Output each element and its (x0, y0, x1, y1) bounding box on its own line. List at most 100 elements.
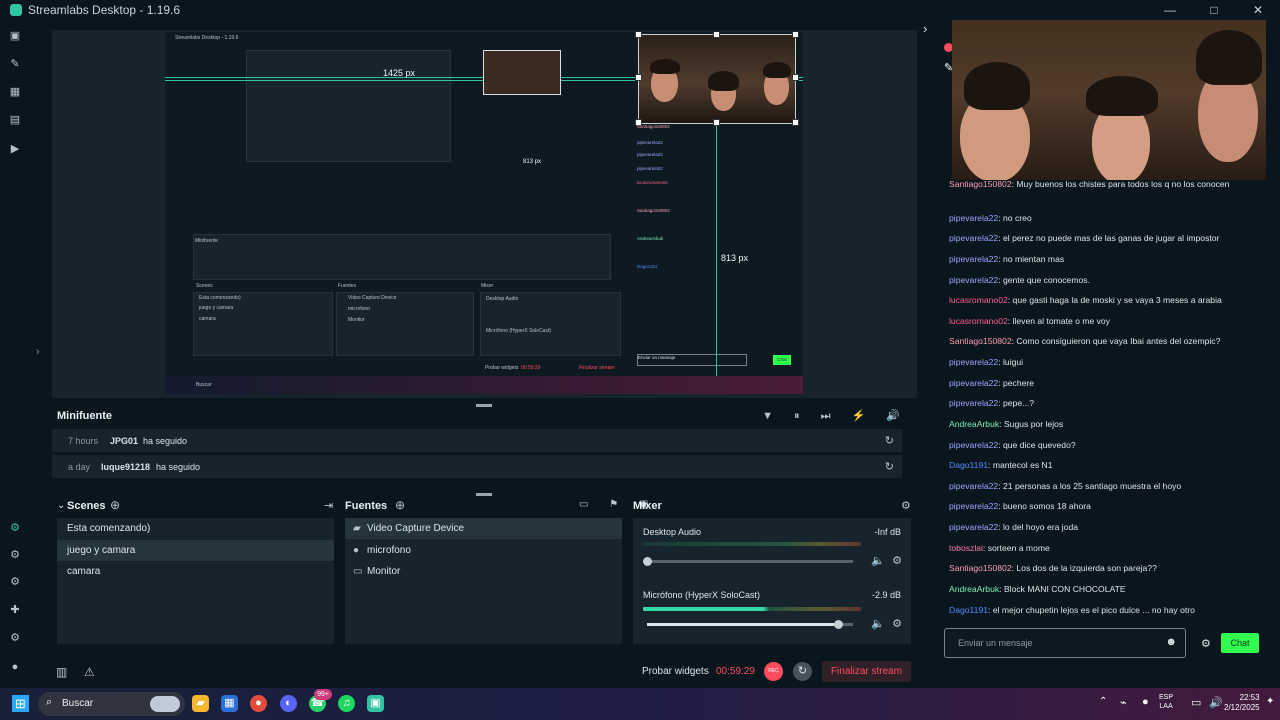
resize-handle-top[interactable] (713, 32, 720, 38)
mini-minifuente-panel (193, 234, 611, 280)
chat-username[interactable]: pipevarela22 (949, 501, 998, 511)
windows-start-icon[interactable]: ⊞ (12, 695, 29, 712)
scene-item[interactable]: Esta comenzando) (57, 518, 334, 539)
resize-handle-right[interactable] (792, 74, 799, 81)
chat-username[interactable]: Dago1191 (949, 460, 988, 470)
settings-icon[interactable]: ⚙ (9, 576, 21, 588)
user-icon[interactable]: ● (9, 661, 21, 673)
replay-icon[interactable]: ↻ (885, 460, 894, 473)
collapse-chat-icon[interactable]: › (923, 21, 927, 36)
end-stream-button[interactable]: Finalizar stream (822, 661, 911, 682)
gear-icon[interactable]: ⚙ (9, 632, 21, 644)
source-item[interactable]: ▭ Monitor (345, 561, 622, 582)
performance-icon[interactable]: ▥ (56, 665, 67, 679)
chat-username[interactable]: pipevarela22 (949, 378, 998, 388)
chat-username[interactable]: pipevarela22 (949, 440, 998, 450)
chrome-icon[interactable]: ● (250, 695, 267, 712)
add-icon[interactable]: ✚ (9, 604, 21, 616)
display-icon[interactable]: ▭ (1191, 696, 1201, 709)
chat-username[interactable]: AndreaArbuk (949, 419, 999, 429)
chat-username[interactable]: pipevarela22 (949, 481, 998, 491)
send-chat-button[interactable]: Chat (1221, 633, 1259, 653)
scene-item-active[interactable]: juego y camara (57, 540, 334, 561)
add-scene-icon[interactable]: ⊕ (110, 498, 120, 512)
sources-title: Fuentes (345, 500, 388, 512)
chat-username[interactable]: Santiago150802 (949, 563, 1012, 573)
studio-mode-icon[interactable]: ⚙ (9, 522, 21, 534)
chat-username[interactable]: pipevarela22 (949, 254, 998, 264)
sources-list: ▰ Video Capture Device ● microfono ▭ Mon… (345, 518, 622, 644)
collapse-left-icon[interactable]: › (36, 346, 40, 358)
panel-resize-handle[interactable] (476, 493, 492, 496)
speaker-icon[interactable]: 🔈 (871, 617, 885, 630)
scene-item[interactable]: camara (57, 561, 334, 582)
scene-transition-icon[interactable]: ⇥ (324, 499, 333, 512)
resize-handle-top-right[interactable] (792, 32, 799, 38)
close-button[interactable]: ✕ (1236, 0, 1280, 20)
theme-icon[interactable]: ✎ (9, 58, 21, 70)
chat-username[interactable]: Santiago150802 (949, 179, 1012, 189)
resize-handle-left[interactable] (635, 74, 642, 81)
source-item-active[interactable]: ▰ Video Capture Device (345, 518, 622, 539)
volume-icon[interactable]: 🔊 (1209, 696, 1223, 709)
spotify-icon[interactable]: ♫ (338, 695, 355, 712)
store-icon[interactable]: ▦ (9, 86, 21, 98)
chat-username[interactable]: pipevarela22 (949, 398, 998, 408)
clock[interactable]: 22:53 2/12/2025 (1224, 693, 1260, 713)
source-item[interactable]: ● microfono (345, 540, 622, 561)
record-button[interactable]: REC (764, 662, 783, 681)
list-item[interactable]: a day luque91218 ha seguido ↻ (52, 455, 902, 478)
chat-username[interactable]: pipevarela22 (949, 233, 998, 243)
microphone-slider-thumb[interactable] (834, 620, 843, 629)
discord-icon[interactable]: ◐ (280, 695, 297, 712)
preview-canvas[interactable]: Streamlabs Desktop - 1.19.6 Minifuente S… (165, 32, 803, 394)
play-icon[interactable]: ▶ (9, 143, 21, 155)
chat-username[interactable]: pipevarela22 (949, 357, 998, 367)
desktop-icon[interactable]: ▣ (9, 30, 21, 42)
chat-username[interactable]: Santiago150802 (949, 336, 1012, 346)
list-item[interactable]: 7 hours JPG01 ha seguido ↻ (52, 429, 902, 452)
file-explorer-icon[interactable]: ▰ (192, 695, 209, 712)
desktop-audio-slider[interactable] (647, 560, 853, 563)
add-source-icon[interactable]: ⊕ (395, 498, 405, 512)
settings-icon[interactable]: ⚙ (9, 549, 21, 561)
notification-icon[interactable]: ✦ (1266, 696, 1274, 707)
show-hidden-icons-icon[interactable]: ⌃ (1099, 696, 1107, 707)
minifuente-title: Minifuente (57, 410, 112, 422)
chat-username[interactable]: lucasromano02 (949, 316, 1008, 326)
microphone-icon[interactable]: ● (1142, 696, 1149, 708)
gear-icon[interactable]: ⚙ (892, 554, 902, 567)
chat-username[interactable]: toboszlai (949, 543, 983, 553)
selected-video-capture-source[interactable] (638, 34, 796, 124)
resize-handle-top-left[interactable] (635, 32, 642, 38)
chat-username[interactable]: pipevarela22 (949, 522, 998, 532)
mini-search: Buscar (196, 382, 212, 388)
chat-username[interactable]: AndreaArbuk (949, 584, 999, 594)
chat-message-text: pepe...? (1003, 398, 1035, 408)
replay-icon[interactable]: ↻ (885, 434, 894, 447)
chat-settings-icon[interactable]: ⚙ (1201, 637, 1211, 650)
alert-icon[interactable]: ⚠ (84, 665, 95, 679)
chevron-down-icon[interactable]: ⌄ (57, 500, 65, 511)
desktop-audio-slider-thumb[interactable] (643, 557, 652, 566)
store-icon[interactable]: ▦ (221, 695, 238, 712)
language-indicator[interactable]: ESP LAA (1159, 693, 1173, 711)
test-widgets-button[interactable]: Probar widgets (642, 666, 709, 677)
mixer-settings-icon[interactable]: ⚙ (901, 499, 911, 512)
minifuente-controls[interactable]: ▼ ⏸ ⏭ ⚡ 🔊 (762, 409, 909, 423)
chat-username[interactable]: pipevarela22 (949, 213, 998, 223)
gear-icon[interactable]: ⚙ (892, 617, 902, 630)
chat-username[interactable]: lucasromano02 (949, 295, 1008, 305)
maximize-button[interactable]: □ (1192, 0, 1236, 20)
minimize-button[interactable]: — (1148, 0, 1192, 20)
replay-buffer-icon[interactable]: ↻ (793, 662, 812, 681)
chat-message-input[interactable]: Enviar un mensaje ☻ (944, 628, 1186, 658)
chat-username[interactable]: pipevarela22 (949, 275, 998, 285)
media-icon[interactable]: ▤ (9, 114, 21, 126)
streamlabs-icon[interactable]: ▣ (367, 695, 384, 712)
emoji-icon[interactable]: ☻ (1165, 636, 1177, 648)
speaker-icon[interactable]: 🔈 (871, 554, 885, 567)
network-icon[interactable]: ⌁ (1120, 696, 1127, 709)
taskbar-search[interactable]: ⌕ Buscar (38, 692, 185, 716)
chat-username[interactable]: Dago1191 (949, 605, 988, 615)
